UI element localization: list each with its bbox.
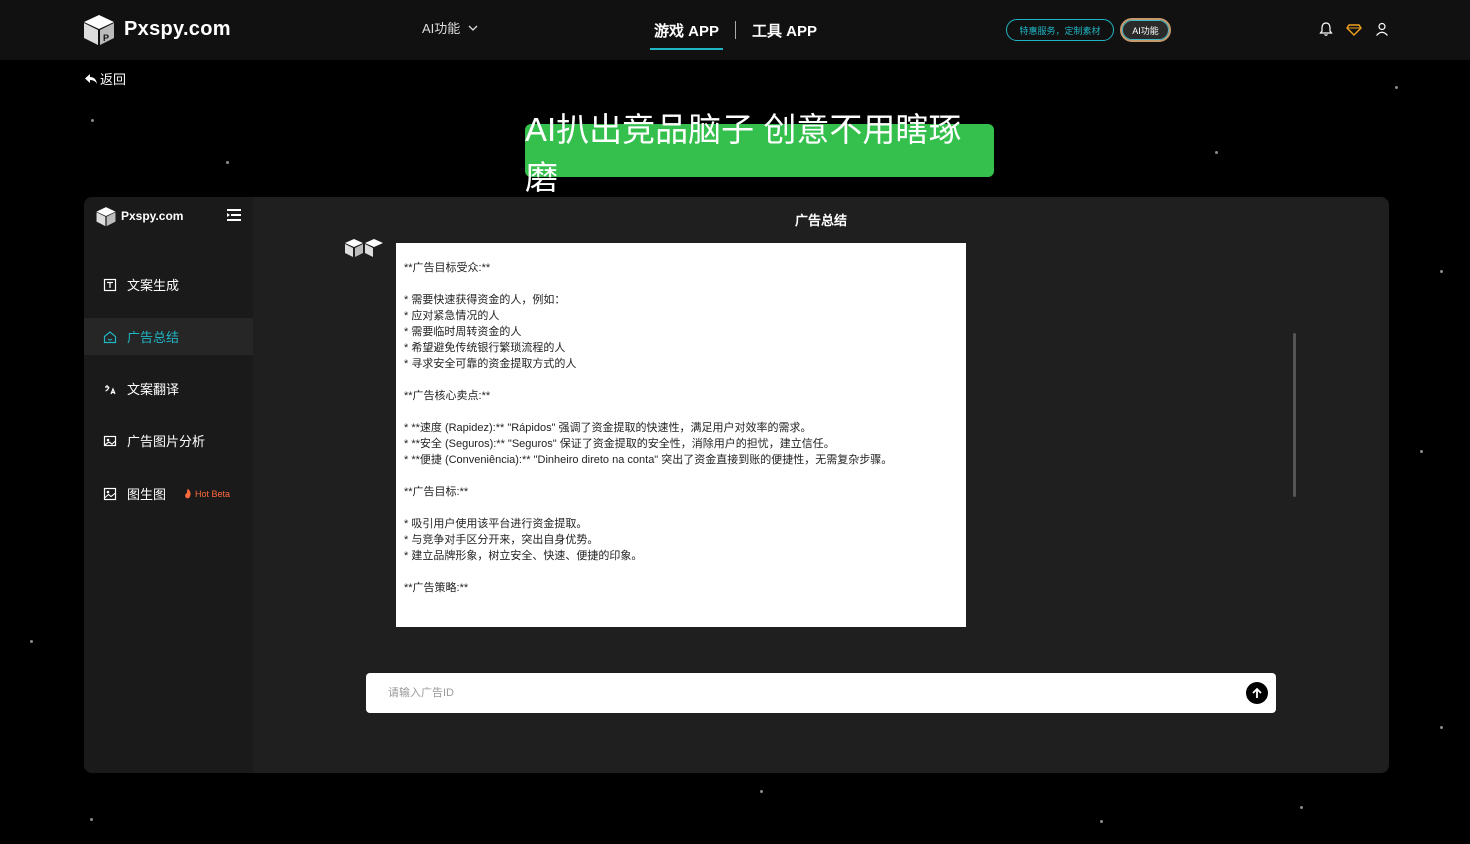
- bell-icon[interactable]: [1318, 21, 1334, 37]
- sidebar-item-label: 图生图: [127, 487, 167, 502]
- logo-text: Pxspy.com: [124, 17, 231, 40]
- arrow-up-icon: [1252, 687, 1262, 698]
- top-navbar: P Pxspy.com AI功能 游戏 APP 工具 APP 特惠服务，定制素材…: [0, 0, 1470, 60]
- ad-id-input[interactable]: [388, 687, 1246, 699]
- sidebar-item-copywriting[interactable]: 文案生成: [84, 266, 253, 303]
- sidebar-item-image-to-image[interactable]: 图生图 Hot Beta: [84, 475, 253, 512]
- user-icon[interactable]: [1374, 21, 1390, 37]
- ad-id-input-bar: [366, 673, 1276, 713]
- tab-tool-app[interactable]: 工具 APP: [748, 0, 821, 60]
- content-title: 广告总结: [794, 213, 847, 228]
- bot-avatar-icon: [345, 239, 383, 257]
- flame-icon: [185, 488, 191, 499]
- chat-scrollbar[interactable]: [1293, 333, 1296, 497]
- tab-divider: [735, 21, 737, 39]
- chevron-down-icon: [468, 25, 478, 31]
- hot-beta-badge: Hot Beta: [184, 488, 230, 499]
- ai-response-message: **广告目标受众:** * 需要快速获得资金的人，例如： * 应对紧急情况的人 …: [396, 243, 966, 627]
- ai-tool-panel: Pxspy.com 文案生成 广告总结 文案翻译 广告图片分析 图生图 Hot …: [84, 197, 1389, 773]
- document-icon: [103, 278, 117, 291]
- sidebar-item-label: 广告总结: [127, 330, 180, 345]
- logo-cube-icon: [96, 207, 116, 227]
- diamond-icon[interactable]: [1346, 21, 1362, 37]
- sidebar: Pxspy.com 文案生成 广告总结 文案翻译 广告图片分析 图生图 Hot …: [84, 197, 253, 773]
- sidebar-item-ad-summary[interactable]: 广告总结: [84, 318, 253, 355]
- nav-icon-group: [1318, 21, 1390, 37]
- svg-text:P: P: [103, 33, 109, 43]
- image-icon: [103, 487, 117, 500]
- logo-cube-icon: P: [84, 15, 114, 45]
- image-analysis-icon: [103, 435, 117, 446]
- sidebar-item-label: 文案生成: [127, 278, 180, 293]
- ai-features-dropdown[interactable]: AI功能: [422, 18, 478, 37]
- send-button[interactable]: [1246, 682, 1268, 704]
- hot-beta-label: Hot Beta: [195, 488, 231, 499]
- ai-features-button[interactable]: AI功能: [1120, 18, 1171, 42]
- promo-banner: AI扒出竞品脑子 创意不用瞎琢磨: [525, 111, 994, 196]
- sidebar-logo-text: Pxspy.com: [121, 209, 184, 223]
- promo-service-button[interactable]: 特惠服务，定制素材: [1006, 19, 1114, 41]
- sidebar-item-translation[interactable]: 文案翻译: [84, 370, 253, 407]
- back-arrow-icon: [85, 73, 97, 84]
- site-logo[interactable]: P Pxspy.com: [80, 12, 231, 46]
- tab-game-app[interactable]: 游戏 APP: [650, 0, 724, 60]
- app-tabs: 游戏 APP 工具 APP: [650, 0, 821, 60]
- sidebar-item-image-analysis[interactable]: 广告图片分析: [84, 422, 253, 459]
- ai-menu-label: AI功能: [422, 21, 461, 36]
- sidebar-item-label: 文案翻译: [127, 382, 180, 397]
- menu-collapse-icon[interactable]: [227, 209, 241, 221]
- sidebar-logo[interactable]: Pxspy.com: [94, 205, 183, 227]
- translate-icon: [105, 384, 116, 394]
- home-icon: [103, 330, 117, 343]
- back-label: 返回: [100, 72, 127, 87]
- sidebar-item-label: 广告图片分析: [127, 434, 206, 449]
- back-button[interactable]: 返回: [84, 69, 126, 88]
